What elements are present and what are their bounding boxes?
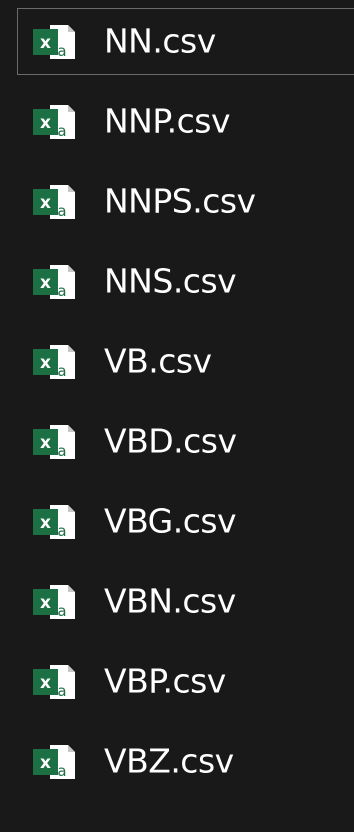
file-item[interactable]: ax VBN.csv xyxy=(17,568,354,635)
svg-text:x: x xyxy=(40,113,51,133)
file-item[interactable]: ax VBZ.csv xyxy=(17,728,354,795)
excel-csv-icon: ax xyxy=(32,23,76,61)
excel-csv-icon: ax xyxy=(32,103,76,141)
svg-text:a: a xyxy=(57,522,66,540)
file-list: ax NN.csv ax NNP.csv ax NNPS.csv ax NNS.… xyxy=(0,0,354,832)
svg-text:x: x xyxy=(40,673,51,693)
excel-csv-icon: ax xyxy=(32,503,76,541)
svg-text:x: x xyxy=(40,753,51,773)
excel-csv-icon: ax xyxy=(32,663,76,701)
file-name: VB.csv xyxy=(104,341,212,381)
svg-text:a: a xyxy=(57,362,66,380)
svg-text:a: a xyxy=(57,762,66,780)
svg-text:a: a xyxy=(57,682,66,700)
file-name: NN.csv xyxy=(104,21,216,61)
svg-text:x: x xyxy=(40,513,51,533)
file-name: NNP.csv xyxy=(104,101,231,141)
svg-text:a: a xyxy=(57,442,66,460)
file-name: NNS.csv xyxy=(104,261,237,301)
svg-text:x: x xyxy=(40,353,51,373)
svg-text:a: a xyxy=(57,602,66,620)
excel-csv-icon: ax xyxy=(32,183,76,221)
file-item[interactable]: ax VBD.csv xyxy=(17,408,354,475)
file-name: VBN.csv xyxy=(104,581,236,621)
file-item[interactable]: ax NNPS.csv xyxy=(17,168,354,235)
excel-csv-icon: ax xyxy=(32,343,76,381)
file-name: VBP.csv xyxy=(104,661,226,701)
svg-text:x: x xyxy=(40,433,51,453)
excel-csv-icon: ax xyxy=(32,583,76,621)
file-item[interactable]: ax NNP.csv xyxy=(17,88,354,155)
file-name: VBD.csv xyxy=(104,421,237,461)
svg-text:a: a xyxy=(57,122,66,140)
file-item[interactable]: ax NN.csv xyxy=(17,8,354,75)
file-item[interactable]: ax VBG.csv xyxy=(17,488,354,555)
excel-csv-icon: ax xyxy=(32,743,76,781)
svg-text:x: x xyxy=(40,273,51,293)
svg-text:a: a xyxy=(57,42,66,60)
file-item[interactable]: ax NNS.csv xyxy=(17,248,354,315)
svg-text:a: a xyxy=(57,282,66,300)
svg-text:x: x xyxy=(40,33,51,53)
file-item[interactable]: ax VBP.csv xyxy=(17,648,354,715)
excel-csv-icon: ax xyxy=(32,263,76,301)
file-name: NNPS.csv xyxy=(104,181,256,221)
file-item[interactable]: ax VB.csv xyxy=(17,328,354,395)
file-name: VBG.csv xyxy=(104,501,237,541)
file-name: VBZ.csv xyxy=(104,741,234,781)
svg-text:x: x xyxy=(40,593,51,613)
svg-text:a: a xyxy=(57,202,66,220)
excel-csv-icon: ax xyxy=(32,423,76,461)
svg-text:x: x xyxy=(40,193,51,213)
